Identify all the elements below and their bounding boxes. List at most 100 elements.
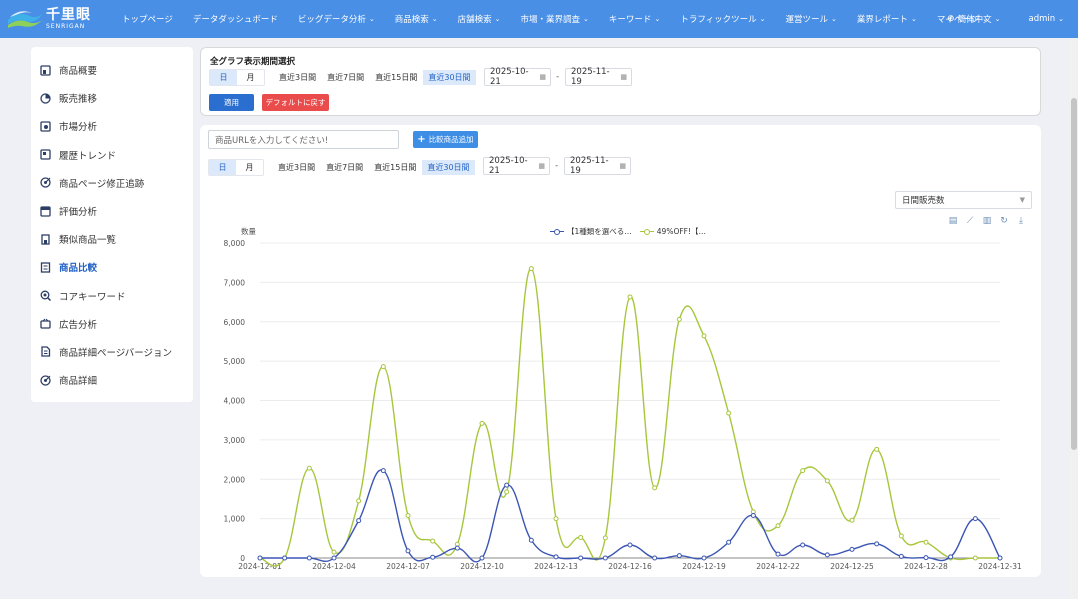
data-point [306, 465, 312, 471]
nav-item-label: 運営ツール [785, 15, 829, 25]
top-nav: 千里眼 SENRIGAN トップページ データダッシュボード ビッグデータ分析 ⌄ 商品… [0, 0, 1078, 38]
data-point [800, 468, 806, 474]
target-icon [40, 177, 51, 188]
nav-item[interactable]: 業界レポート ⌄ [857, 13, 917, 25]
data-point [479, 420, 485, 426]
x-tick-label: 2024-12-31 [978, 562, 1022, 571]
sidebar-item[interactable]: コアキーワード [31, 282, 193, 310]
data-point [874, 446, 880, 452]
data-point [972, 555, 978, 561]
data-point [602, 535, 608, 541]
data-point [430, 538, 436, 544]
sidebar-item[interactable]: 評価分析 [31, 197, 193, 225]
data-point [405, 548, 411, 554]
language-switcher[interactable]: ⊕ 簡体中文 ⌄ [947, 13, 1000, 25]
data-point [553, 554, 559, 560]
data-point [578, 555, 584, 561]
range-15d-button[interactable]: 直近15日間 [375, 70, 417, 85]
data-point [775, 551, 781, 557]
nav-item-label: トップページ [122, 15, 173, 25]
y-tick-label: 7,000 [224, 278, 246, 287]
sidebar-item[interactable]: 商品詳細ページバージョン [31, 338, 193, 366]
data-point [627, 294, 633, 300]
reset-default-button[interactable]: デフォルトに戻す [262, 94, 329, 111]
history-icon [40, 149, 51, 160]
data-point [356, 518, 362, 524]
chevron-down-icon: ⌄ [654, 15, 661, 23]
data-point [454, 545, 460, 551]
y-tick-label: 8,000 [224, 239, 246, 248]
data-point [528, 537, 534, 543]
chevron-down-icon: ⌄ [910, 15, 917, 23]
data-point [948, 554, 954, 560]
data-point [331, 555, 337, 561]
data-point [849, 546, 855, 552]
sidebar-item[interactable]: 市場分析 [31, 112, 193, 140]
sidebar-item-label: 販売推移 [59, 94, 98, 106]
compare-panel: 商品URLを入力してください! + 比較商品追加 日 月 直近3日間 直近7日間… [200, 125, 1041, 577]
range-30d-button[interactable]: 直近30日間 [423, 70, 476, 85]
data-point [257, 555, 263, 561]
nav-item-label: 業界レポート [856, 15, 908, 25]
scrollbar-thumb[interactable] [1071, 98, 1077, 450]
sidebar-item[interactable]: 商品ページ修正追跡 [31, 169, 193, 197]
nav-item[interactable]: ビッグデータ分析 ⌄ [298, 13, 375, 25]
nav-item[interactable]: トラフィックツール ⌄ [680, 13, 765, 25]
start-date-picker[interactable]: 2025-10-21 ▦ [484, 67, 551, 87]
sidebar-item-label: 広告分析 [59, 319, 98, 331]
data-point [701, 555, 707, 561]
range-7d-button[interactable]: 直近7日間 [327, 70, 364, 85]
similar-icon [40, 234, 51, 245]
granularity-toggle: 日 月 [209, 69, 265, 86]
sidebar-item[interactable]: 広告分析 [31, 310, 193, 338]
calendar-icon: ▦ [620, 73, 627, 81]
apply-button[interactable]: 適用 [209, 94, 254, 111]
chevron-down-icon: ⌄ [431, 15, 438, 23]
range-3d-button[interactable]: 直近3日間 [279, 70, 316, 85]
data-point [775, 523, 781, 529]
user-menu[interactable]: admin ⌄ [1028, 14, 1064, 24]
document-icon [40, 346, 51, 358]
nav-item[interactable]: データダッシュボード [193, 13, 278, 25]
nav-item-label: 市場・業界調査 [520, 15, 581, 25]
sidebar-item[interactable]: 販売推移 [31, 84, 193, 112]
nav-item-label: トラフィックツール [680, 15, 757, 25]
chevron-down-icon: ⌄ [1058, 15, 1064, 23]
sidebar: 商品概要販売推移市場分析 履歴トレンド 商品ページ修正追跡 評価分析 類似商品一覧商品比… [31, 47, 193, 402]
data-point [701, 333, 707, 339]
data-point [824, 552, 830, 558]
x-tick-label: 2024-12-19 [682, 562, 726, 571]
username: admin [1028, 14, 1056, 24]
nav-item[interactable]: 商品検索 ⌄ [395, 13, 438, 25]
data-point [356, 498, 362, 504]
series-line-2 [259, 267, 1000, 567]
chevron-down-icon: ⌄ [368, 15, 375, 23]
chevron-down-icon: ⌄ [583, 15, 589, 23]
nav-item[interactable]: キーワード ⌄ [609, 13, 660, 25]
data-point [652, 485, 658, 491]
sidebar-item[interactable]: 履歴トレンド [31, 141, 193, 169]
end-date-picker[interactable]: 2025-11-19 ▦ [565, 67, 632, 87]
y-tick-label: 2,000 [224, 475, 246, 484]
y-tick-label: 3,000 [224, 436, 246, 445]
date-separator: - [556, 72, 560, 82]
sidebar-item-label: コアキーワード [59, 291, 126, 303]
global-period-panel: 全グラフ表示期間選択 日 月 直近3日間 直近7日間 直近15日間 直近30日間… [200, 47, 1041, 116]
nav-item[interactable]: トップページ [122, 13, 173, 25]
sidebar-item-label: 商品比較 [59, 263, 98, 275]
sidebar-item[interactable]: 商品比較 [31, 253, 193, 281]
data-point [726, 539, 732, 545]
nav-item[interactable]: 店舗検索 ⌄ [458, 13, 501, 25]
nav-item[interactable]: 運営ツール ⌄ [786, 13, 837, 25]
sidebar-item[interactable]: 類似商品一覧 [31, 225, 193, 253]
x-tick-label: 2024-12-22 [756, 562, 800, 571]
sidebar-item[interactable]: 商品概要 [31, 56, 193, 84]
data-point [800, 542, 806, 548]
logo[interactable]: 千里眼 SENRIGAN [0, 0, 104, 38]
nav-item[interactable]: 市場・業界調査 ⌄ [521, 13, 589, 25]
page-scrollbar[interactable] [1070, 38, 1078, 599]
granularity-month-button[interactable]: 月 [237, 70, 264, 85]
sidebar-item[interactable]: 商品詳細 [31, 366, 193, 394]
data-point [380, 468, 386, 474]
granularity-day-button[interactable]: 日 [210, 70, 237, 85]
